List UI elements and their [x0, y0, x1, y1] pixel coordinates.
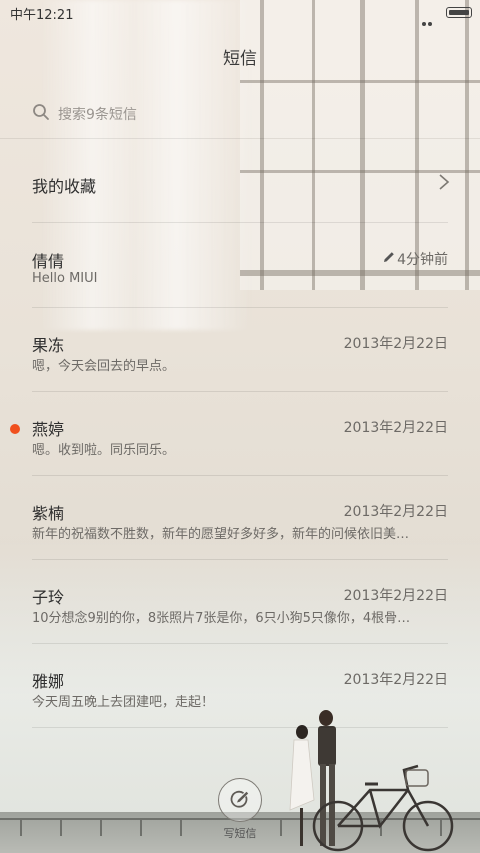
contact-name: 子玲 [32, 588, 65, 607]
contact-name: 燕婷 [32, 420, 65, 439]
message-time: 2013年2月22日 [343, 420, 448, 436]
conversation-item[interactable]: 燕婷 2013年2月22日 嗯。收到啦。同乐同乐。 [0, 392, 480, 476]
message-time: 2013年2月22日 [343, 504, 448, 520]
favorites-row[interactable]: 我的收藏 [0, 139, 480, 223]
status-time: 中午12:21 [10, 8, 74, 23]
status-bar: 中午12:21 [0, 0, 480, 26]
contact-name: 紫楠 [32, 504, 65, 523]
divider [32, 727, 448, 728]
contact-name: 倩倩 [32, 252, 65, 271]
message-preview: 嗯，今天会回去的早点。 [32, 359, 176, 374]
pencil-icon [384, 252, 394, 262]
chevron-right-icon [439, 174, 450, 190]
unread-dot-icon [10, 424, 20, 434]
conversation-list: 倩倩 4分钟前 Hello MIUI 果冻 2013年2月22日 嗯，今天会回去… [0, 224, 480, 728]
page-title: 短信 [223, 49, 257, 69]
conversation-item[interactable]: 子玲 2013年2月22日 10分想念9别的你，8张照片7张是你，6只小狗5只像… [0, 560, 480, 644]
contact-name: 雅娜 [32, 672, 65, 691]
conversation-item[interactable]: 雅娜 2013年2月22日 今天周五晚上去团建吧，走起！ [0, 644, 480, 728]
message-time: 2013年2月22日 [343, 672, 448, 688]
message-preview: 今天周五晚上去团建吧，走起！ [32, 695, 215, 710]
message-preview: 新年的祝福数不胜数，新年的愿望好多好多，新年的问候依旧美… [32, 527, 410, 542]
divider [32, 222, 448, 223]
message-time: 4分钟前 [397, 252, 448, 268]
message-preview: Hello MIUI [32, 271, 98, 286]
message-time: 2013年2月22日 [343, 588, 448, 604]
compose-icon [230, 790, 249, 808]
conversation-item[interactable]: 果冻 2013年2月22日 嗯，今天会回去的早点。 [0, 308, 480, 392]
conversation-item[interactable]: 紫楠 2013年2月22日 新年的祝福数不胜数，新年的愿望好多好多，新年的问候依… [0, 476, 480, 560]
message-time: 2013年2月22日 [343, 336, 448, 352]
message-preview: 10分想念9别的你，8张照片7张是你，6只小狗5只像你，4根骨… [32, 611, 411, 626]
sms-screen: 中午12:21 短信 搜索9条短信 我的收藏 倩倩 4分钟前 Hello MIU… [0, 0, 480, 853]
message-preview: 嗯。收到啦。同乐同乐。 [32, 443, 176, 458]
battery-icon [446, 7, 472, 18]
favorites-label: 我的收藏 [32, 177, 97, 196]
conversation-item[interactable]: 倩倩 4分钟前 Hello MIUI [0, 224, 480, 308]
compose-button[interactable] [218, 778, 262, 822]
search-icon [33, 104, 49, 120]
search-bar[interactable]: 搜索9条短信 [0, 92, 480, 139]
notification-dots-icon [422, 11, 438, 26]
compose-label: 写短信 [223, 827, 257, 840]
contact-name: 果冻 [32, 336, 65, 355]
search-input[interactable]: 搜索9条短信 [58, 104, 137, 124]
